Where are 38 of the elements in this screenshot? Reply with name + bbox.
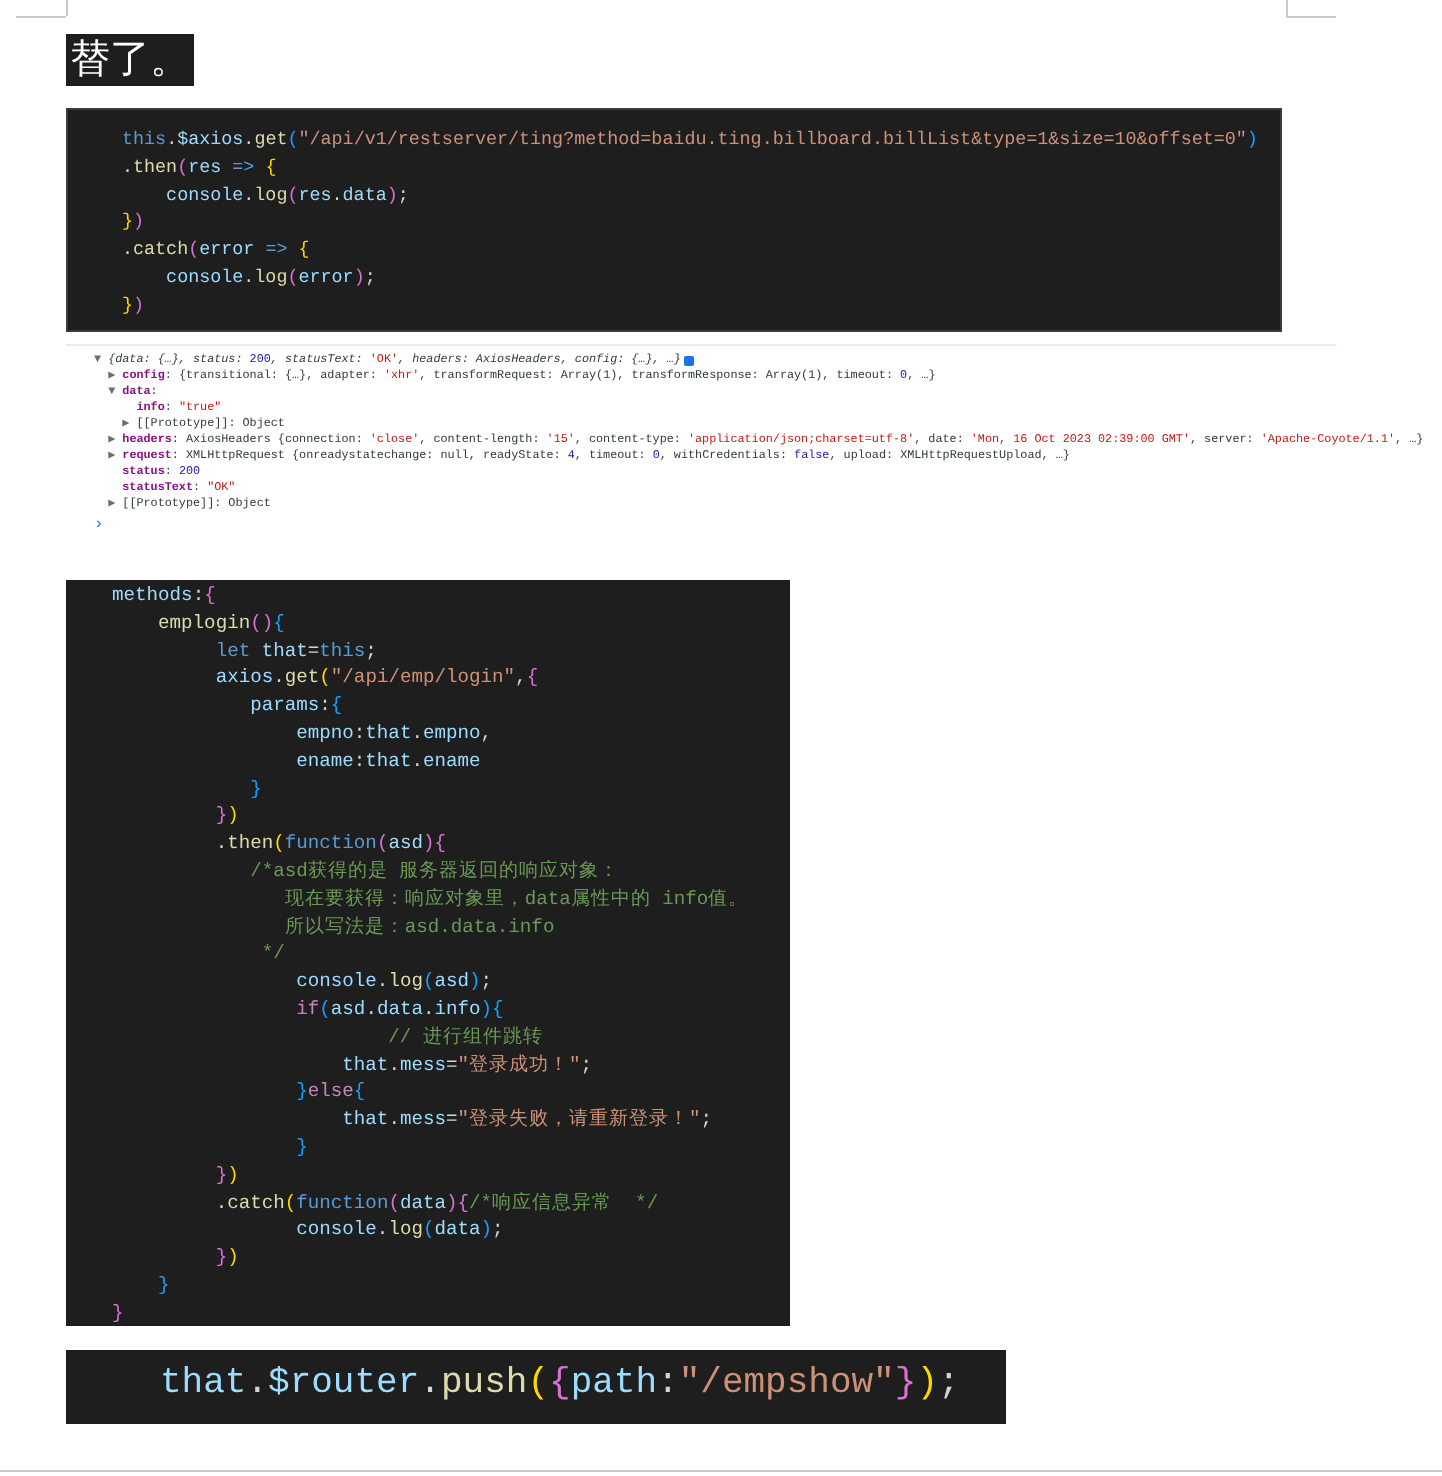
code-line: .catch(error => { <box>122 236 310 264</box>
code-line: .catch(function(data){/*响应信息异常 */ <box>213 1189 659 1217</box>
code-line: ename:that.ename <box>294 747 481 776</box>
code-line: that.$router.push({path:"/empshow"}); <box>160 1362 960 1408</box>
code-line: }) <box>122 291 145 320</box>
code-line: that.mess="登录成功！"; <box>340 1051 593 1079</box>
code-line: } <box>112 1299 124 1328</box>
info-icon[interactable] <box>684 355 695 365</box>
code-line: */ <box>259 940 285 969</box>
code-line: console.log(res.data); <box>164 181 409 209</box>
code-line: } <box>294 1133 308 1162</box>
code-line: emplogin(){ <box>156 609 285 638</box>
code-line: if(asd.data.info){ <box>294 995 504 1024</box>
code-line: let that=this; <box>213 637 377 665</box>
code-line: console.log(data); <box>294 1216 504 1245</box>
code-line: empno:that.empno, <box>294 719 493 748</box>
code-line: methods:{ <box>112 582 216 610</box>
code-line: 所以写法是：asd.data.info <box>282 913 555 941</box>
code-line: }) <box>122 208 145 237</box>
code-line: }else{ <box>294 1078 366 1107</box>
code-line: .then(function(asd){ <box>213 830 447 858</box>
code-line: }) <box>213 1244 239 1272</box>
code-line: // 进行组件跳转 <box>386 1023 543 1052</box>
code-line: 现在要获得：响应对象里，data属性中的 info值。 <box>282 885 749 914</box>
code-line: that.mess="登录失败，请重新登录！"; <box>340 1106 713 1134</box>
code-line: } <box>156 1271 170 1300</box>
code-line: console.log(error); <box>164 263 376 292</box>
code-line: .then(res => { <box>122 153 277 182</box>
code-line: }) <box>213 1161 239 1190</box>
code-line: }) <box>213 802 239 831</box>
code-line: axios.get("/api/emp/login",{ <box>213 664 539 693</box>
code-line: console.log(asd); <box>294 968 493 996</box>
code-line: /*asd获得的是 服务器返回的响应对象： <box>248 857 620 886</box>
console-prompt: › <box>94 516 104 536</box>
code-line: params:{ <box>248 692 343 720</box>
code-line: } <box>248 775 262 803</box>
code-line: this.$axios.get("/api/v1/restserver/ting?method=baidu.ting.billboard.billList&type=1&size=10&offset=0") <box>122 126 1258 154</box>
heading-text: 替了。 <box>66 34 194 86</box>
